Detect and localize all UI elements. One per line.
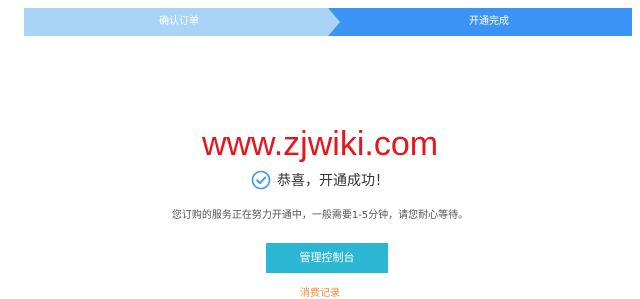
info-text: 您订购的服务正在努力开通中，一般需要1-5分钟，请您耐心等待。: [171, 210, 469, 221]
check-circle-icon: [251, 170, 271, 190]
management-console-button[interactable]: 管理控制台: [266, 243, 388, 273]
progress-steps: 确认订单 开通完成: [24, 8, 632, 36]
success-text: 恭喜，开通成功！: [277, 173, 389, 189]
success-message: 恭喜，开通成功！: [0, 168, 640, 192]
step-1-label: 确认订单: [159, 16, 199, 27]
watermark-text: www.zjwiki.com: [201, 125, 439, 163]
step-2-label: 开通完成: [469, 16, 509, 27]
